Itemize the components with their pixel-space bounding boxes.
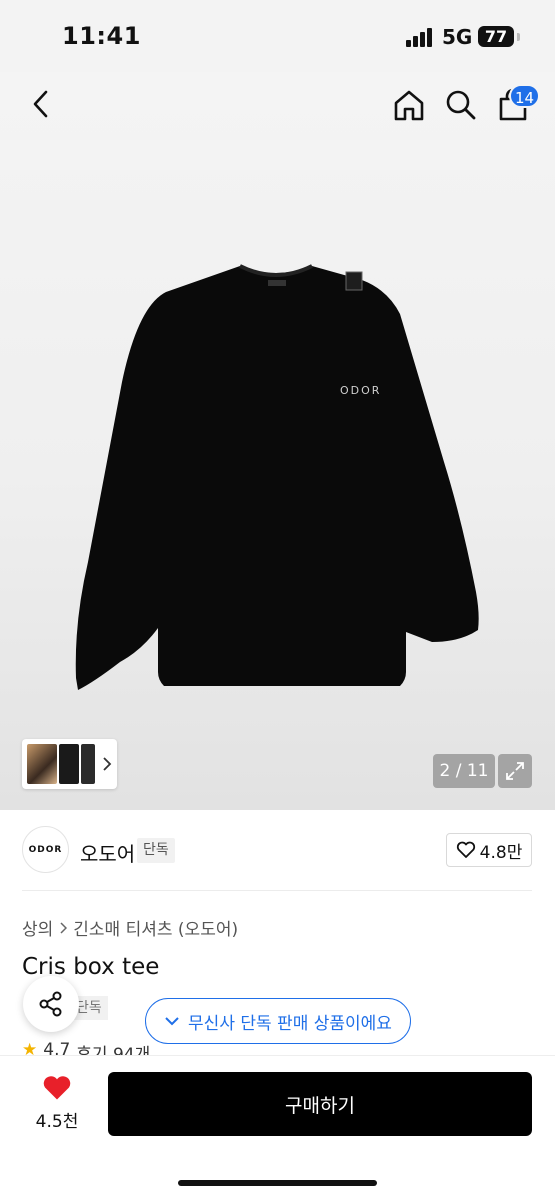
signal-icon <box>406 27 434 47</box>
chevron-right-icon <box>103 757 112 771</box>
image-counter: 2 / 11 <box>433 754 495 788</box>
status-bar: 11:41 5G 77 <box>0 0 555 72</box>
heart-filled-icon <box>43 1076 71 1100</box>
breadcrumb: 상의 긴소매 티셔츠 (오도어) <box>22 915 238 940</box>
thumbnail-strip[interactable] <box>22 739 117 789</box>
status-time: 11:41 <box>62 22 141 50</box>
share-button[interactable] <box>23 976 79 1032</box>
bottom-action-bar: 4.5천 구매하기 <box>0 1055 555 1200</box>
search-button[interactable] <box>442 86 480 124</box>
heart-outline-icon <box>456 841 475 858</box>
product-gallery[interactable]: 14 ODOR 2 / 11 <box>0 72 555 810</box>
thumbnail-3[interactable] <box>81 744 95 784</box>
product-image[interactable]: ODOR <box>70 262 482 702</box>
home-icon <box>394 90 424 121</box>
expand-button[interactable] <box>498 754 532 788</box>
buy-button[interactable]: 구매하기 <box>108 1072 532 1136</box>
exclusive-tag: 단독 <box>137 838 175 863</box>
brand-like-count: 4.8만 <box>479 842 523 863</box>
wishlist-count: 4.5천 <box>35 1112 79 1132</box>
brand-logo[interactable]: ODOR <box>22 826 69 873</box>
divider <box>22 890 532 891</box>
print-logo: ODOR <box>340 384 381 397</box>
breadcrumb-subcategory[interactable]: 긴소매 티셔츠 (오도어) <box>73 915 238 940</box>
review-count[interactable]: 후기 94개 <box>76 1040 150 1056</box>
exclusive-notice-text: 무신사 단독 판매 상품이에요 <box>188 1013 392 1034</box>
network-label: 5G <box>442 25 473 49</box>
chevron-right-icon <box>60 921 68 934</box>
expand-icon <box>506 762 524 780</box>
brand-name[interactable]: 오도어 <box>80 838 135 867</box>
thumbnail-2[interactable] <box>59 744 79 784</box>
check-icon <box>165 1017 179 1026</box>
home-button[interactable] <box>390 86 428 124</box>
rating-value: 4.7 <box>43 1040 71 1056</box>
breadcrumb-category[interactable]: 상의 <box>22 915 53 940</box>
chevron-left-icon <box>33 90 48 118</box>
star-icon: ★ <box>22 1040 38 1056</box>
home-indicator <box>178 1180 377 1186</box>
exclusive-notice-chip: 무신사 단독 판매 상품이에요 <box>145 998 411 1044</box>
back-button[interactable] <box>24 86 58 122</box>
cart-count-badge: 14 <box>509 84 541 108</box>
brand-like-button[interactable]: 4.8만 <box>446 833 532 867</box>
battery-level: 77 <box>484 27 508 46</box>
wishlist-button[interactable]: 4.5천 <box>30 1074 84 1144</box>
rating-row[interactable]: ★ 4.7 후기 94개 <box>22 1040 150 1056</box>
battery-icon: 77 <box>478 26 520 47</box>
share-icon <box>39 991 62 1017</box>
thumbnail-1[interactable] <box>27 744 57 784</box>
search-icon <box>446 90 476 120</box>
